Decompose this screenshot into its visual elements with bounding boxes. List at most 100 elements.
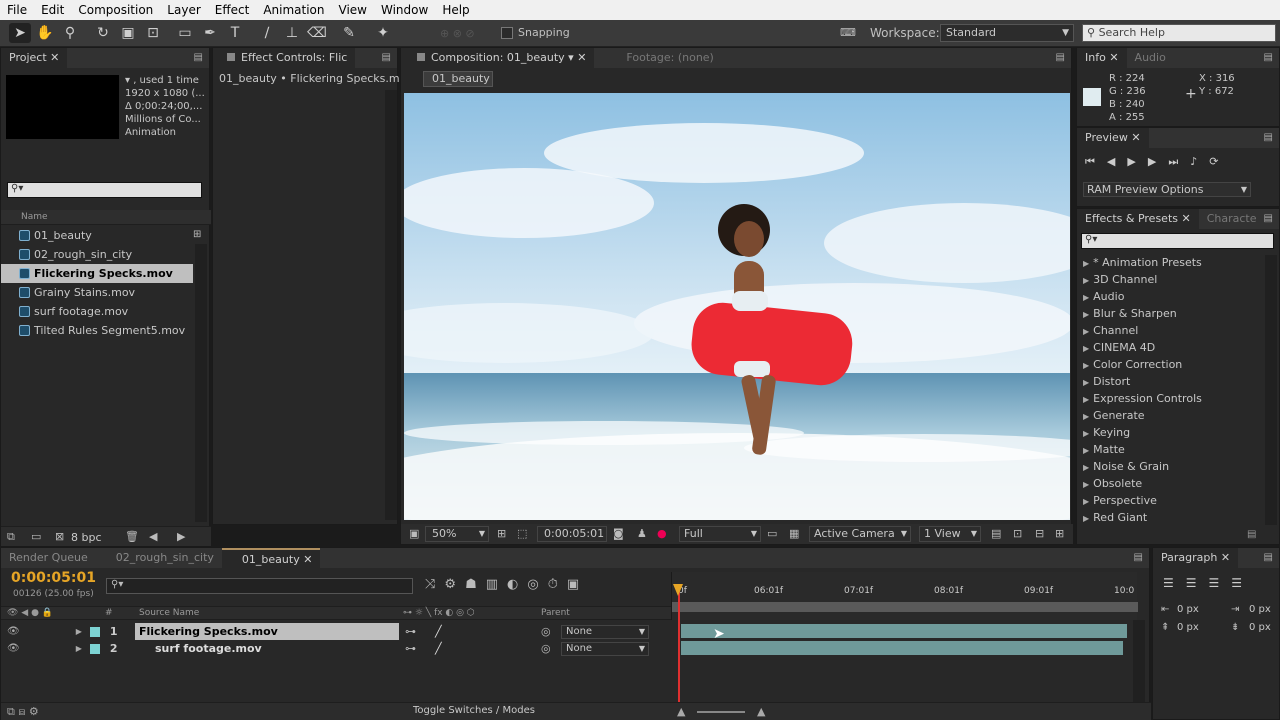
collapse-switch-icon[interactable]: ⊶ — [405, 642, 416, 655]
effects-category[interactable]: ▶ Obsolete — [1083, 475, 1142, 492]
label-color[interactable] — [89, 626, 100, 637]
audio-icon[interactable]: ♪ — [1190, 155, 1209, 168]
selection-tool-icon[interactable]: ➤ — [9, 23, 31, 43]
space-before-value[interactable]: 0 px — [1177, 622, 1199, 633]
menu-help[interactable]: Help — [435, 3, 476, 17]
align-left-icon[interactable]: ☰ — [1163, 576, 1186, 590]
ram-preview-options-dropdown[interactable]: RAM Preview Options ▼ — [1083, 182, 1251, 197]
pen-tool-icon[interactable]: ✒ — [199, 23, 221, 43]
parent-column-header[interactable]: Parent — [541, 608, 570, 618]
panel-menu-icon[interactable]: ▤ — [194, 52, 203, 63]
type-tool-icon[interactable]: T — [224, 23, 246, 43]
toggle-pixel-icon[interactable]: ▤ — [991, 527, 1001, 540]
panel-menu-icon[interactable]: ▤ — [1134, 552, 1143, 563]
resolution-dropdown[interactable]: Full ▼ — [679, 526, 761, 542]
panel-menu-icon[interactable]: ▤ — [382, 52, 391, 63]
indent-right-value[interactable]: 0 px — [1249, 604, 1271, 615]
eraser-tool-icon[interactable]: ⌫ — [306, 23, 328, 43]
current-time-indicator[interactable] — [678, 588, 680, 718]
layer-bar-1[interactable] — [681, 624, 1127, 638]
brush-tool-icon[interactable]: ∕ — [256, 23, 278, 43]
last-frame-icon[interactable]: ⏭ — [1168, 155, 1190, 168]
zoom-out-icon[interactable]: ▲ — [677, 705, 685, 718]
roto-brush-tool-icon[interactable]: ✎ — [338, 23, 360, 43]
layer-name[interactable]: surf footage.mov — [155, 642, 262, 655]
interpret-footage-icon[interactable]: ⧉ — [7, 530, 15, 544]
timeline-icon[interactable]: ⊟ — [1035, 527, 1044, 540]
camera-tool-icon[interactable]: ▣ — [117, 23, 139, 43]
effect-controls-scrollbar[interactable] — [385, 90, 397, 520]
camera-dropdown[interactable]: Active Camera ▼ — [809, 526, 911, 542]
effects-category[interactable]: ▶ * Animation Presets — [1083, 254, 1202, 271]
timeline-timecode[interactable]: 0:00:05:01 — [11, 570, 96, 586]
parent-dropdown[interactable]: None ▼ — [561, 624, 649, 639]
toggle-switches-modes-button[interactable]: Toggle Switches / Modes — [413, 705, 535, 716]
panel-menu-icon[interactable]: ▤ — [1056, 52, 1065, 63]
effects-category[interactable]: ▶ Perspective — [1083, 492, 1157, 509]
tab-preview[interactable]: Preview ✕ — [1077, 128, 1149, 148]
effects-category[interactable]: ▶ Generate — [1083, 407, 1145, 424]
menu-animation[interactable]: Animation — [256, 3, 331, 17]
tab-paragraph[interactable]: Paragraph ✕ — [1153, 548, 1239, 568]
graph-icon[interactable]: ▣ — [567, 577, 588, 592]
show-snapshot-icon[interactable]: ♟ — [637, 527, 647, 540]
collapse-switch-icon[interactable]: ⊶ — [405, 625, 416, 638]
project-item[interactable]: Tilted Rules Segment5.mov — [1, 321, 193, 340]
region-icon[interactable]: ⬚ — [517, 527, 527, 540]
menu-view[interactable]: View — [332, 3, 374, 17]
panel-menu-icon[interactable]: ▤ — [1264, 52, 1273, 63]
menu-window[interactable]: Window — [374, 3, 435, 17]
project-item[interactable]: Grainy Stains.mov — [1, 283, 193, 302]
quality-switch-icon[interactable]: ╱ — [435, 625, 442, 638]
motion-blur-icon[interactable]: ◐ — [507, 577, 527, 592]
shy-icon[interactable]: ☗ — [465, 577, 486, 592]
transparency-grid-icon[interactable]: ▦ — [789, 527, 799, 540]
pick-whip-icon[interactable]: ◎ — [541, 625, 551, 638]
project-item[interactable]: 02_rough_sin_city — [1, 245, 193, 264]
effects-category[interactable]: ▶ CINEMA 4D — [1083, 339, 1155, 356]
label-color[interactable] — [89, 643, 100, 654]
effects-category[interactable]: ▶ 3D Channel — [1083, 271, 1157, 288]
effects-category[interactable]: ▶ Audio — [1083, 288, 1124, 305]
expand-triangle-icon[interactable]: ▶ — [76, 644, 82, 653]
always-preview-icon[interactable]: ▣ — [409, 527, 419, 540]
tab-footage[interactable]: Footage: (none) — [618, 48, 721, 68]
scroll-right-icon[interactable]: ▶ — [177, 530, 185, 543]
layer-switches-icon[interactable]: ⧉ ⧈ ⚙ — [7, 705, 39, 719]
project-item[interactable]: surf footage.mov — [1, 302, 193, 321]
frame-blending-icon[interactable]: ▥ — [486, 577, 507, 592]
time-ruler[interactable]: 0f 06:01f 07:01f 08:01f 09:01f 10:0 — [671, 572, 1138, 620]
rectangle-tool-icon[interactable]: ▭ — [174, 23, 196, 43]
brainstorm-icon[interactable]: ◎ — [527, 577, 547, 592]
justify-icon[interactable]: ☰ — [1231, 576, 1254, 590]
quality-switch-icon[interactable]: ╱ — [435, 642, 442, 655]
tab-beauty[interactable]: 01_beauty ✕ — [221, 548, 321, 568]
composition-viewer[interactable] — [404, 93, 1070, 520]
eye-icon[interactable]: 👁 — [7, 643, 20, 654]
comp-mini-flowchart-icon[interactable]: ⤨ — [425, 577, 444, 592]
effects-category[interactable]: ▶ Keying — [1083, 424, 1130, 441]
effects-category[interactable]: ▶ Color Correction — [1083, 356, 1182, 373]
menu-file[interactable]: File — [0, 3, 34, 17]
zoom-tool-icon[interactable]: ⚲ — [59, 23, 81, 43]
effects-category[interactable]: ▶ Distort — [1083, 373, 1130, 390]
previous-frame-icon[interactable]: ◀ — [1107, 155, 1127, 168]
new-comp-icon[interactable]: ⊠ — [55, 530, 64, 543]
space-after-value[interactable]: 0 px — [1249, 622, 1271, 633]
timeline-search-input[interactable]: ⚲▾ — [106, 578, 413, 594]
effects-category[interactable]: ▶ Noise & Grain — [1083, 458, 1169, 475]
tab-audio[interactable]: Audio — [1127, 48, 1174, 68]
snapping-checkbox[interactable] — [501, 27, 513, 39]
tab-composition[interactable]: Composition: 01_beauty ▾ ✕ — [401, 48, 595, 68]
align-center-icon[interactable]: ☰ — [1186, 576, 1209, 590]
trash-icon[interactable]: 🗑 — [125, 530, 139, 543]
zoom-slider[interactable] — [697, 711, 745, 713]
indent-left-value[interactable]: 0 px — [1177, 604, 1199, 615]
pan-behind-tool-icon[interactable]: ⊡ — [142, 23, 164, 43]
effects-search-input[interactable]: ⚲▾ — [1081, 233, 1274, 249]
panel-menu-icon[interactable]: ▤ — [1264, 132, 1273, 143]
tab-rough-sin-city[interactable]: 02_rough_sin_city — [96, 548, 222, 568]
rotate-tool-icon[interactable]: ↻ — [92, 23, 114, 43]
name-column-header[interactable]: Name — [21, 212, 48, 222]
tab-info[interactable]: Info ✕ — [1077, 48, 1127, 68]
